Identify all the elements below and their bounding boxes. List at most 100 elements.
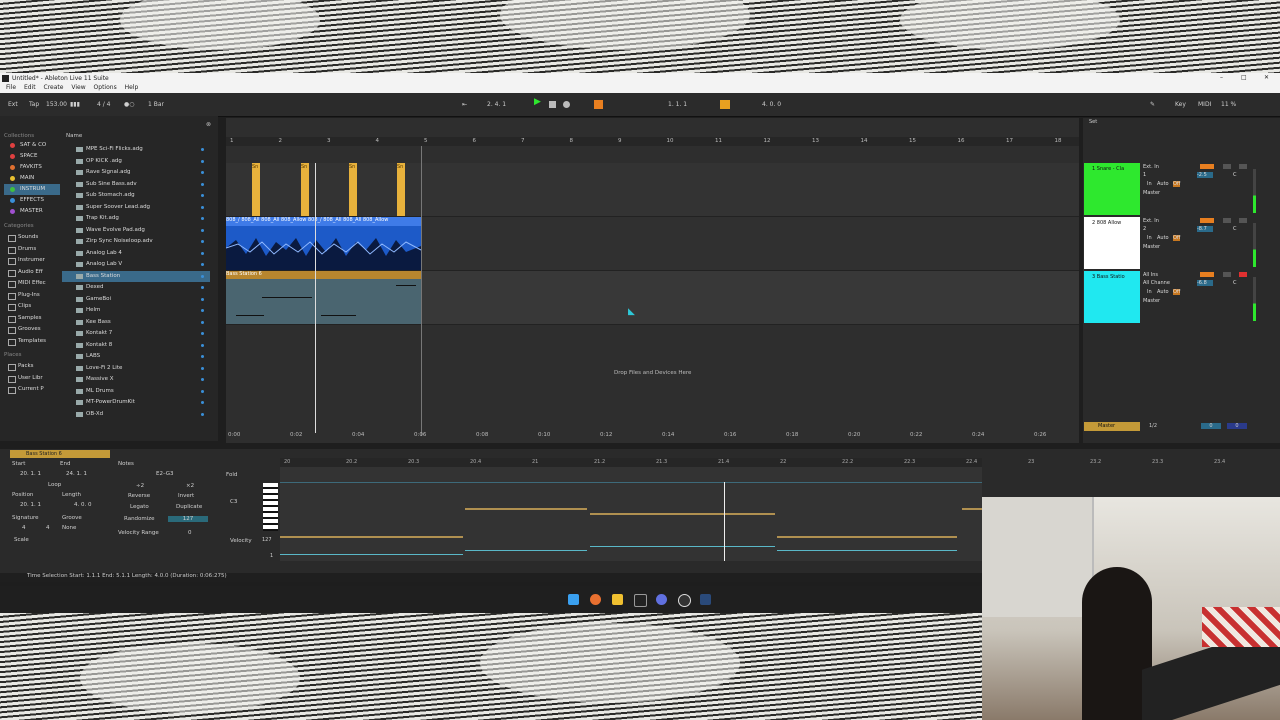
snare-clip[interactable]: Sn — [252, 163, 260, 216]
master-track-header[interactable]: Master — [1084, 422, 1140, 431]
hot-swap-dot-icon[interactable] — [201, 205, 204, 209]
groove-dropdown[interactable]: None — [62, 525, 76, 531]
monitor-auto-button[interactable]: Auto — [1157, 181, 1169, 187]
arm-button[interactable] — [1239, 218, 1247, 223]
scale-label[interactable]: Scale — [14, 537, 29, 543]
start-field[interactable]: 20. 1. 1 — [20, 471, 41, 477]
hot-swap-dot-icon[interactable] — [201, 378, 204, 381]
hot-swap-dot-icon[interactable] — [201, 366, 204, 370]
master-volume[interactable]: 0 — [1201, 423, 1221, 429]
browser-file-item[interactable]: Dexed — [62, 282, 210, 294]
collection-item[interactable]: INSTRUM — [4, 184, 60, 195]
hot-swap-dot-icon[interactable] — [201, 297, 204, 301]
browser-file-item[interactable]: Wave Evolve Pad.adg — [62, 225, 210, 237]
track-volume[interactable]: -8.7 — [1197, 226, 1213, 232]
browser-file-item[interactable]: Sub Stomach.adg — [62, 190, 210, 202]
solo-button[interactable] — [1223, 164, 1231, 169]
solo-button[interactable] — [1223, 272, 1231, 277]
browser-file-item[interactable]: Trap Kit.adg — [62, 213, 210, 225]
midi-note[interactable] — [962, 508, 982, 510]
hot-swap-dot-icon[interactable] — [201, 343, 204, 347]
track-header[interactable]: 3 Bass Statio — [1084, 271, 1140, 323]
obs-icon[interactable] — [678, 594, 691, 607]
hot-swap-dot-icon[interactable] — [201, 159, 204, 163]
track-pan[interactable]: C — [1233, 280, 1237, 286]
hot-swap-dot-icon[interactable] — [201, 171, 204, 174]
position-field[interactable]: 20. 1. 1 — [20, 502, 41, 508]
snare-clip[interactable]: Sn — [301, 163, 309, 216]
collection-item[interactable]: MASTER — [4, 206, 60, 217]
randomize-amount[interactable]: 127 — [168, 516, 208, 522]
monitor-off-button[interactable]: Off — [1173, 235, 1181, 241]
output-dropdown[interactable]: Master — [1143, 244, 1160, 250]
track-lane-snare[interactable]: Sn Sn Sn Sn — [226, 163, 1079, 217]
hot-swap-dot-icon[interactable] — [201, 412, 204, 416]
browser-file-item[interactable]: OB-Xd — [62, 409, 210, 421]
signature-numerator[interactable]: 4 — [22, 525, 26, 531]
maximize-button[interactable]: □ — [1241, 74, 1247, 81]
monitor-in-button[interactable]: In — [1147, 235, 1152, 241]
monitor-auto-button[interactable]: Auto — [1157, 289, 1169, 295]
hot-swap-dot-icon[interactable] — [201, 240, 204, 243]
hot-swap-dot-icon[interactable] — [201, 389, 204, 393]
draw-mode-icon[interactable]: ✎ — [1150, 100, 1155, 109]
discord-icon[interactable] — [656, 594, 667, 605]
menu-file[interactable]: File — [6, 84, 16, 91]
hot-swap-dot-icon[interactable] — [201, 355, 204, 358]
category-item[interactable]: Samples — [4, 313, 60, 325]
collection-item[interactable]: FAVKITS — [4, 162, 60, 173]
track-activator-button[interactable] — [1200, 218, 1214, 223]
key-map-button[interactable]: Key — [1175, 100, 1186, 109]
hot-swap-dot-icon[interactable] — [201, 401, 204, 404]
track-lane-808[interactable]: 808_/ 808_All 808_All 808_Allow 808_/ 80… — [226, 217, 1079, 271]
time-signature-field[interactable]: 4 / 4 — [97, 100, 110, 109]
category-item[interactable]: Grooves — [4, 324, 60, 336]
category-item[interactable]: Audio Eff — [4, 267, 60, 279]
midi-note-editor[interactable]: 20 20.2 20.3 20.4 21 21.2 21.3 21.4 22 22.2 22.3 22… — [280, 458, 1225, 561]
menu-options[interactable]: Options — [94, 84, 117, 91]
close-button[interactable]: ✕ — [1264, 74, 1269, 81]
midi-note[interactable] — [777, 536, 957, 538]
monitor-in-button[interactable]: In — [1147, 181, 1152, 187]
hot-swap-dot-icon[interactable] — [201, 217, 204, 220]
808-clip[interactable]: 808_/ 808_All 808_All 808_Allow 808_/ 80… — [226, 217, 421, 270]
track-header[interactable]: 2 808 Allow — [1084, 217, 1140, 269]
hot-swap-dot-icon[interactable] — [201, 263, 204, 266]
browser-file-item[interactable]: MT-PowerDrumKit — [62, 397, 210, 409]
collection-item[interactable]: SAT & CO — [4, 140, 60, 151]
menu-help[interactable]: Help — [125, 84, 139, 91]
browser-file-item[interactable]: OP KICK .adg — [62, 156, 210, 168]
stop-icon[interactable] — [549, 101, 556, 108]
browser-file-item[interactable]: GameBoi — [62, 294, 210, 306]
session-record-icon[interactable] — [594, 100, 603, 109]
midi-note[interactable] — [590, 513, 775, 515]
hot-swap-dot-icon[interactable] — [201, 332, 204, 335]
output-dropdown[interactable]: Master — [1143, 298, 1160, 304]
arm-button[interactable] — [1239, 272, 1247, 277]
midi-ruler[interactable]: 20 20.2 20.3 20.4 21 21.2 21.3 21.4 22 22.2 22.3 22… — [280, 458, 1225, 467]
loop-start-field[interactable]: 1. 1. 1 — [668, 100, 687, 109]
place-item[interactable]: Packs — [4, 361, 60, 373]
record-icon[interactable] — [563, 101, 570, 108]
category-item[interactable]: Drums — [4, 244, 60, 256]
input-channel-dropdown[interactable]: 2 — [1143, 226, 1146, 232]
browser-file-item[interactable]: Kee Bass — [62, 317, 210, 329]
place-item[interactable]: Current P — [4, 384, 60, 396]
track-volume[interactable]: -2.5 — [1197, 172, 1213, 178]
name-column-header[interactable]: Name — [66, 133, 82, 139]
beat-ruler[interactable]: 1 2 3 4 5 6 7 8 9 10 11 12 13 14 15 16 17 18 — [226, 137, 1079, 146]
collection-item[interactable]: SPACE — [4, 151, 60, 162]
browser-file-item[interactable]: MPE Sci-Fi Flicks.adg — [62, 144, 210, 156]
master-pan[interactable]: 0 — [1227, 423, 1247, 429]
randomize-button[interactable]: Randomize — [124, 516, 155, 522]
track-header[interactable]: 1 Snare - Cla — [1084, 163, 1140, 215]
browser-file-item[interactable]: Super Soover Lead.adg — [62, 202, 210, 214]
firefox-icon[interactable] — [590, 594, 601, 605]
browser-file-item[interactable]: Rave Signal.adg — [62, 167, 210, 179]
browser-file-item[interactable]: Massive X — [62, 374, 210, 386]
tempo-field[interactable]: 153.00 — [46, 100, 67, 109]
hot-swap-dot-icon[interactable] — [201, 320, 204, 324]
legato-button[interactable]: Legato — [130, 504, 149, 510]
category-item[interactable]: MIDI Effec — [4, 278, 60, 290]
monitor-auto-button[interactable]: Auto — [1157, 235, 1169, 241]
